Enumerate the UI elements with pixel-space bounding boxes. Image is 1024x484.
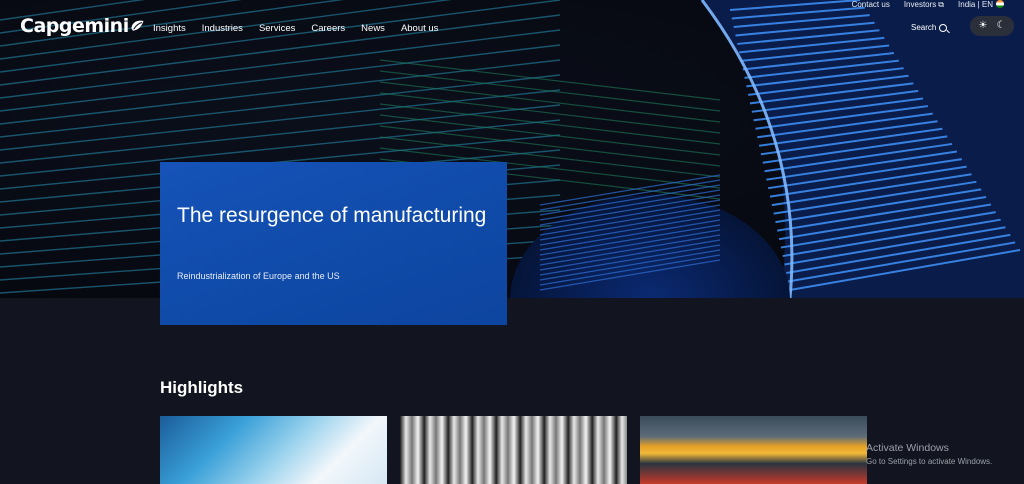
nav-services[interactable]: Services — [259, 23, 295, 34]
highlight-card-2[interactable] — [400, 416, 627, 484]
main-nav: Insights Industries Services Careers New… — [153, 23, 454, 34]
search-button[interactable]: Search — [911, 23, 948, 32]
hero-title: The resurgence of manufacturing — [177, 204, 487, 227]
nav-careers[interactable]: Careers — [311, 23, 345, 34]
hero-streak-green — [379, 70, 721, 112]
hero-streak-green — [379, 92, 721, 134]
external-link-icon: ⧉ — [938, 0, 945, 9]
logo-wordmark: Capgemini — [20, 15, 129, 37]
site-header: Capgemini Insights Industries Services C… — [0, 0, 1024, 60]
hero-feature-card[interactable]: The resurgence of manufacturing Reindust… — [160, 162, 507, 325]
hero-subtitle: Reindustrialization of Europe and the US — [177, 271, 340, 281]
capgemini-logo[interactable]: Capgemini — [20, 15, 145, 37]
region-label: India | EN — [958, 0, 993, 9]
nav-about-us[interactable]: About us — [401, 23, 439, 34]
hero-streak-green — [379, 125, 721, 167]
capgemini-spade-icon — [131, 20, 144, 31]
region-selector[interactable]: India | EN — [958, 0, 1004, 12]
highlight-card-3[interactable] — [640, 416, 867, 484]
utility-nav: Contact us Investors ⧉ India | EN — [852, 0, 1004, 12]
contact-us-link[interactable]: Contact us — [852, 0, 890, 12]
nav-insights[interactable]: Insights — [153, 23, 186, 34]
sun-icon[interactable]: ☀ — [979, 21, 988, 31]
watermark-title: Activate Windows — [866, 442, 949, 454]
highlight-card-1[interactable] — [160, 416, 387, 484]
theme-toggle[interactable]: ☀ ☾ — [970, 16, 1014, 36]
hero-streak-green — [379, 59, 721, 101]
hero-streak-green — [379, 81, 721, 123]
investors-link[interactable]: Investors ⧉ — [904, 0, 944, 12]
watermark-subtitle: Go to Settings to activate Windows. — [866, 457, 993, 466]
investors-label: Investors — [903, 0, 937, 9]
nav-news[interactable]: News — [361, 23, 385, 34]
nav-industries[interactable]: Industries — [202, 23, 243, 34]
india-flag-icon — [996, 0, 1004, 8]
search-label: Search — [911, 23, 937, 32]
windows-activation-watermark: Activate Windows Go to Settings to activ… — [866, 442, 992, 466]
hero-streak — [0, 89, 561, 151]
search-icon — [939, 23, 948, 32]
hero-streak-green — [379, 103, 721, 145]
highlights-heading: Highlights — [160, 378, 244, 397]
moon-icon[interactable]: ☾ — [997, 21, 1006, 31]
